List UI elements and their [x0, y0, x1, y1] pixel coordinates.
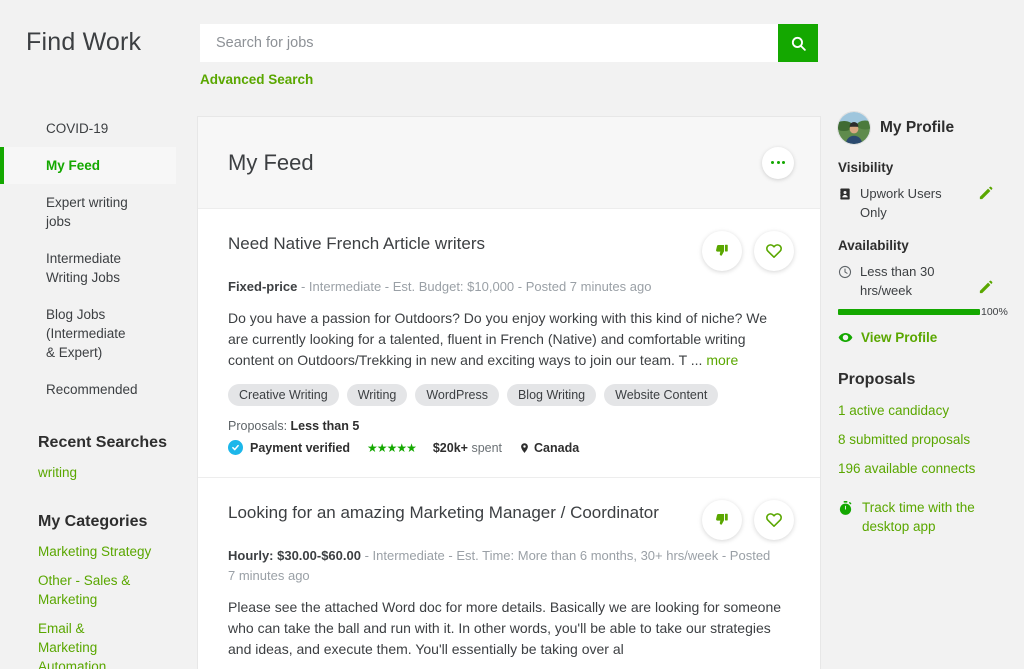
client-location-label: Canada: [534, 441, 579, 455]
right-sidebar: My Profile Visibility Upwork Users Only …: [838, 112, 1024, 536]
left-sidebar: COVID-19 My Feed Expert writing jobs Int…: [0, 110, 190, 669]
availability-value: Less than 30 hrs/week: [860, 262, 970, 300]
save-job-button[interactable]: [754, 231, 794, 271]
advanced-search-link[interactable]: Advanced Search: [200, 72, 313, 87]
heart-icon: [765, 242, 783, 260]
job-tag[interactable]: Creative Writing: [228, 384, 339, 406]
dislike-job-button[interactable]: [702, 231, 742, 271]
job-tags: Creative Writing Writing WordPress Blog …: [228, 384, 790, 406]
category-other-sales-marketing[interactable]: Other - Sales & Marketing: [0, 566, 140, 614]
job-description: Please see the attached Word doc for mor…: [228, 597, 790, 660]
client-rating-stars: ★★★★★: [367, 441, 416, 455]
job-description-ellipsis: ...: [691, 352, 703, 368]
sidebar-item-expert-writing-jobs[interactable]: Expert writing jobs: [0, 184, 130, 240]
client-spent-label: spent: [471, 441, 502, 455]
avatar: [838, 112, 870, 144]
recent-searches-heading: Recent Searches: [38, 434, 190, 452]
kebab-menu-icon: [771, 161, 774, 164]
eye-icon: [838, 330, 853, 345]
job-description-text: Do you have a passion for Outdoors? Do y…: [228, 310, 767, 368]
clock-icon: [838, 265, 852, 279]
job-tag[interactable]: Writing: [347, 384, 408, 406]
job-tag[interactable]: Blog Writing: [507, 384, 596, 406]
page-title: Find Work: [26, 28, 141, 57]
feed-header: My Feed: [198, 117, 820, 209]
job-actions: [702, 500, 794, 540]
profile-completeness-bar: [838, 309, 980, 315]
contact-card-icon: [838, 187, 852, 201]
availability-row: Less than 30 hrs/week: [838, 262, 1024, 300]
profile-completeness-percent: 100%: [981, 306, 1008, 318]
pencil-icon[interactable]: [978, 186, 993, 201]
client-spent-amount: $20k+: [433, 441, 468, 455]
my-categories-heading: My Categories: [38, 513, 190, 531]
sidebar-item-blog-jobs[interactable]: Blog Jobs (Intermediate & Expert): [0, 296, 130, 371]
feed-card: My Feed Need Native French Article write…: [198, 117, 820, 669]
job-payment-type: Fixed-price: [228, 279, 297, 294]
user-avatar-photo: [838, 112, 870, 144]
job-client-info: Payment verified ★★★★★ $20k+ spent Canad…: [228, 440, 790, 455]
kebab-menu-icon: [777, 161, 780, 164]
thumbs-down-icon: [714, 243, 730, 259]
job-title-link[interactable]: Looking for an amazing Marketing Manager…: [228, 502, 683, 524]
save-job-button[interactable]: [754, 500, 794, 540]
active-candidacy-link[interactable]: 1 active candidacy: [838, 403, 1024, 418]
heart-icon: [765, 511, 783, 529]
thumbs-down-icon: [714, 512, 730, 528]
dislike-job-button[interactable]: [702, 500, 742, 540]
available-connects-link[interactable]: 196 available connects: [838, 461, 1024, 476]
job-tag[interactable]: WordPress: [415, 384, 499, 406]
job-meta: Fixed-price - Intermediate - Est. Budget…: [228, 277, 790, 297]
job-payment-type: Hourly: $30.00-$60.00: [228, 548, 361, 563]
profile-header[interactable]: My Profile: [838, 112, 1024, 144]
visibility-value: Upwork Users Only: [860, 184, 970, 222]
sidebar-item-intermediate-writing-jobs[interactable]: Intermediate Writing Jobs: [0, 240, 130, 296]
client-location: Canada: [519, 441, 579, 455]
stopwatch-icon: [838, 500, 853, 516]
recent-search-item[interactable]: writing: [0, 458, 176, 487]
sidebar-item-covid19[interactable]: COVID-19: [0, 110, 176, 147]
payment-verified-label: Payment verified: [250, 441, 350, 455]
category-marketing-strategy[interactable]: Marketing Strategy: [0, 537, 176, 566]
kebab-menu-icon: [782, 161, 785, 164]
feed-options-button[interactable]: [762, 147, 794, 179]
job-more-link[interactable]: more: [706, 352, 738, 368]
track-time-label: Track time with the desktop app: [862, 498, 980, 536]
job-tag[interactable]: Website Content: [604, 384, 718, 406]
view-profile-label: View Profile: [861, 330, 937, 345]
search-bar: [200, 24, 818, 62]
job-actions: [702, 231, 794, 271]
client-spent: $20k+ spent: [433, 441, 502, 455]
job-proposals-value: Less than 5: [291, 419, 360, 433]
pencil-icon[interactable]: [978, 280, 993, 295]
job-card: Looking for an amazing Marketing Manager…: [198, 478, 820, 669]
job-proposals: Proposals: Less than 5: [228, 419, 790, 433]
job-meta-details: - Intermediate - Est. Budget: $10,000 - …: [297, 279, 651, 294]
view-profile-link[interactable]: View Profile: [838, 330, 1024, 345]
category-email-marketing-automation[interactable]: Email & Marketing Automation: [0, 614, 140, 669]
job-proposals-label: Proposals:: [228, 419, 291, 433]
profile-completeness: 100%: [838, 306, 1024, 318]
location-pin-icon: [519, 441, 530, 455]
payment-verified-icon: [228, 440, 243, 455]
job-description: Do you have a passion for Outdoors? Do y…: [228, 308, 790, 371]
search-input[interactable]: [200, 24, 778, 62]
find-work-page: Find Work Advanced Search COVID-19 My Fe…: [0, 0, 1024, 669]
job-title-link[interactable]: Need Native French Article writers: [228, 233, 698, 255]
sidebar-item-my-feed[interactable]: My Feed: [0, 147, 176, 184]
job-meta: Hourly: $30.00-$60.00 - Intermediate - E…: [228, 546, 773, 586]
job-description-text: Please see the attached Word doc for mor…: [228, 599, 781, 657]
track-time-link[interactable]: Track time with the desktop app: [838, 498, 1024, 536]
proposals-heading: Proposals: [838, 371, 1024, 389]
job-card: Need Native French Article writers Fixed…: [198, 209, 820, 478]
visibility-heading: Visibility: [838, 160, 1024, 175]
visibility-row: Upwork Users Only: [838, 184, 1024, 222]
profile-name: My Profile: [880, 119, 954, 137]
sidebar-item-recommended[interactable]: Recommended: [0, 371, 176, 408]
search-button[interactable]: [778, 24, 818, 62]
submitted-proposals-link[interactable]: 8 submitted proposals: [838, 432, 1024, 447]
search-icon: [790, 35, 807, 52]
feed-title: My Feed: [228, 150, 314, 176]
availability-heading: Availability: [838, 238, 1024, 253]
